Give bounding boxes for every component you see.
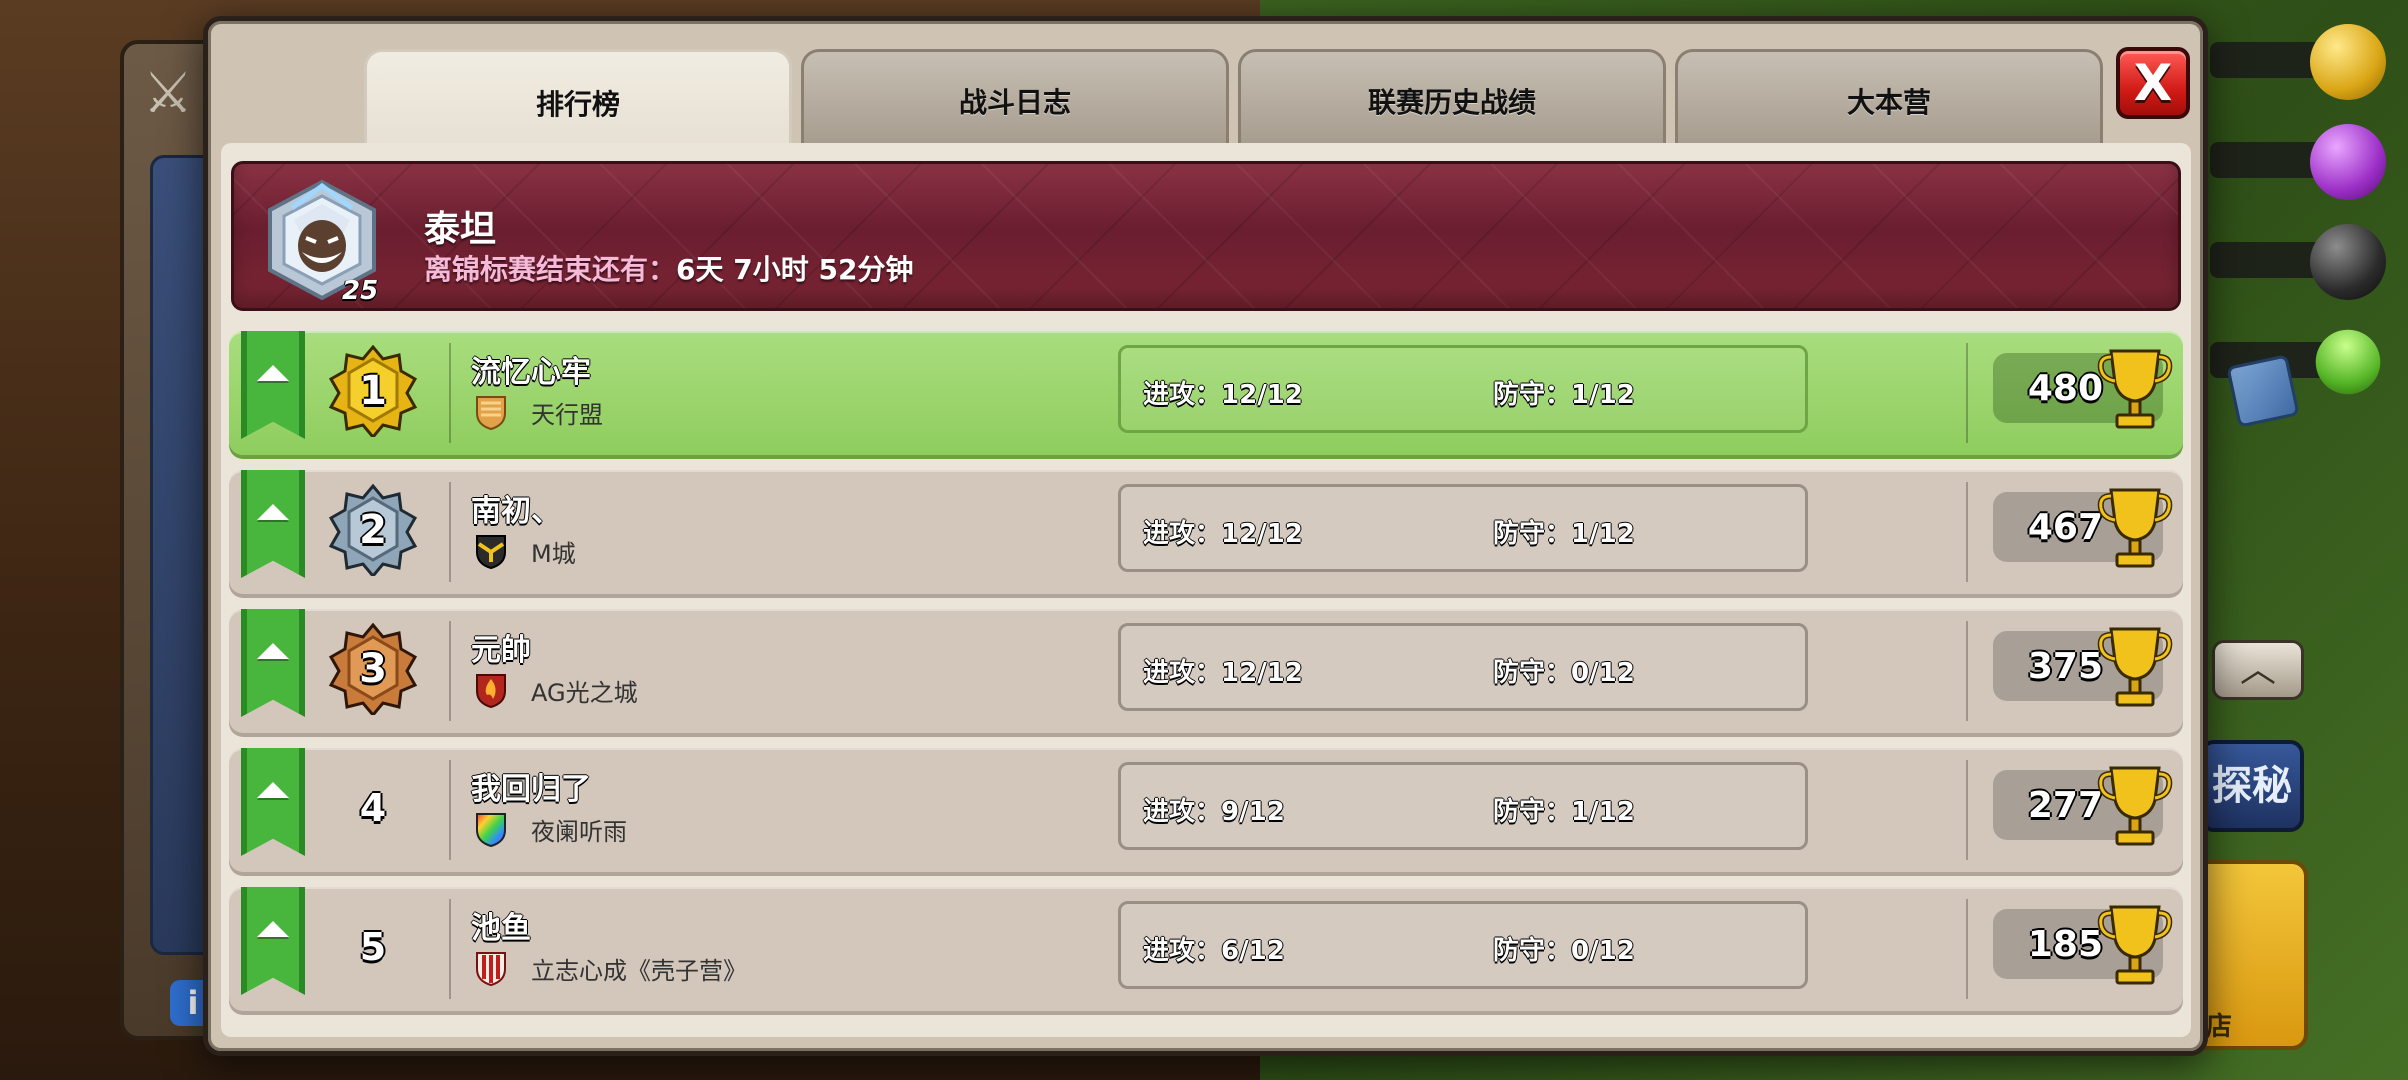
row-divider bbox=[1966, 621, 1968, 721]
tab-leaderboard[interactable]: 排行榜 bbox=[364, 49, 792, 153]
promotion-ribbon bbox=[241, 887, 305, 995]
row-divider bbox=[449, 343, 451, 443]
ranking-row[interactable]: 3 元帥 AG光之城 进攻：12/12 防守：0/12 375 bbox=[229, 609, 2183, 733]
trophy-count: 467 bbox=[2027, 506, 2103, 548]
leaderboard-content: 25 泰坦 离锦标赛结束还有：6天 7小时 52分钟 1 流忆心牢 天行盟 进攻… bbox=[221, 143, 2191, 1037]
tab-town-hall[interactable]: 大本营 bbox=[1675, 49, 2103, 149]
battle-stats: 进攻：9/12 防守：1/12 bbox=[1118, 762, 1808, 850]
promotion-ribbon bbox=[241, 609, 305, 717]
clan-name: 夜阑听雨 bbox=[531, 818, 627, 846]
league-countdown: 离锦标赛结束还有：6天 7小时 52分钟 bbox=[424, 253, 914, 286]
attack-stat: 进攻：6/12 bbox=[1143, 936, 1285, 966]
elixir-icon bbox=[2310, 124, 2386, 200]
clan-name: AG光之城 bbox=[531, 679, 638, 707]
promotion-arrow-icon bbox=[241, 365, 305, 385]
clan-badge-icon bbox=[476, 674, 506, 709]
player-name: 南初、 bbox=[471, 494, 561, 529]
close-button[interactable]: X bbox=[2116, 47, 2190, 119]
attack-stat: 进攻：12/12 bbox=[1143, 380, 1303, 410]
attack-stat: 进攻：9/12 bbox=[1143, 797, 1285, 827]
defense-stat: 防守：1/12 bbox=[1493, 380, 1635, 410]
trophy-count: 185 bbox=[2027, 923, 2103, 965]
row-divider bbox=[449, 621, 451, 721]
trophy-count: 277 bbox=[2027, 784, 2103, 826]
gold-icon bbox=[2310, 24, 2386, 100]
row-divider bbox=[1966, 482, 1968, 582]
clan-badge-icon bbox=[476, 396, 506, 431]
promotion-ribbon bbox=[241, 748, 305, 856]
clan-name: 天行盟 bbox=[531, 401, 603, 429]
explore-button[interactable]: 探秘 bbox=[2200, 740, 2304, 832]
row-divider bbox=[1966, 343, 1968, 443]
player-name: 元帥 bbox=[471, 633, 531, 668]
clan-badge-icon bbox=[476, 952, 506, 987]
dark-elixir-icon bbox=[2310, 224, 2386, 300]
trophy-icon bbox=[2097, 905, 2173, 985]
row-divider bbox=[449, 899, 451, 999]
league-level: 25 bbox=[342, 276, 379, 306]
player-name: 流忆心牢 bbox=[471, 355, 591, 390]
row-divider bbox=[1966, 760, 1968, 860]
ranking-row[interactable]: 2 南初、 M城 进攻：12/12 防守：1/12 467 bbox=[229, 470, 2183, 594]
promotion-ribbon bbox=[241, 331, 305, 439]
defense-stat: 防守：1/12 bbox=[1493, 519, 1635, 549]
defense-stat: 防守：1/12 bbox=[1493, 797, 1635, 827]
promotion-ribbon bbox=[241, 470, 305, 578]
promotion-arrow-icon bbox=[241, 504, 305, 524]
rank-number: 4 bbox=[359, 786, 387, 830]
row-divider bbox=[449, 482, 451, 582]
league-name: 泰坦 bbox=[424, 209, 497, 250]
clan-name: 立志心成《壳子营》 bbox=[531, 957, 747, 985]
attack-stat: 进攻：12/12 bbox=[1143, 658, 1303, 688]
ranking-row[interactable]: 4 我回归了 夜阑听雨 进攻：9/12 防守：1/12 277 bbox=[229, 748, 2183, 872]
ranking-row[interactable]: 5 池鱼 立志心成《壳子营》 进攻：6/12 防守：0/12 185 bbox=[229, 887, 2183, 1011]
close-icon: X bbox=[2133, 54, 2173, 112]
battle-stats: 进攻：6/12 防守：0/12 bbox=[1118, 901, 1808, 989]
tab-bar: 排行榜 战斗日志 联赛历史战绩 大本营 bbox=[364, 49, 2104, 153]
shop-label: 店 bbox=[2206, 1012, 2233, 1042]
gem-icon bbox=[2303, 317, 2393, 407]
defense-stat: 防守：0/12 bbox=[1493, 936, 1635, 966]
resource-column bbox=[2210, 20, 2400, 420]
league-modal: 排行榜 战斗日志 联赛历史战绩 大本营 X 25 泰坦 离锦标赛结束还有：6天 … bbox=[203, 16, 2208, 1056]
tab-league-history[interactable]: 联赛历史战绩 bbox=[1238, 49, 1666, 149]
player-name: 我回归了 bbox=[471, 772, 591, 807]
rank-number: 3 bbox=[359, 646, 387, 692]
clan-badge-icon bbox=[476, 813, 506, 848]
book-icon[interactable] bbox=[2226, 354, 2300, 428]
defense-stat: 防守：0/12 bbox=[1493, 658, 1635, 688]
gold-resource bbox=[2210, 20, 2400, 100]
trophy-icon bbox=[2097, 766, 2173, 846]
trophy-count: 375 bbox=[2027, 645, 2103, 687]
row-divider bbox=[449, 760, 451, 860]
promotion-arrow-icon bbox=[241, 782, 305, 802]
crossed-swords-icon: ⚔ bbox=[142, 61, 194, 126]
promotion-arrow-icon bbox=[241, 643, 305, 663]
trophy-icon bbox=[2097, 349, 2173, 429]
promotion-arrow-icon bbox=[241, 921, 305, 941]
ranking-list: 1 流忆心牢 天行盟 进攻：12/12 防守：1/12 480 2 南初、 M城… bbox=[229, 331, 2183, 1026]
league-banner: 25 泰坦 离锦标赛结束还有：6天 7小时 52分钟 bbox=[231, 161, 2181, 311]
ranking-row[interactable]: 1 流忆心牢 天行盟 进攻：12/12 防守：1/12 480 bbox=[229, 331, 2183, 455]
elixir-resource bbox=[2210, 120, 2400, 200]
battle-stats: 进攻：12/12 防守：1/12 bbox=[1118, 345, 1808, 433]
trophy-count: 480 bbox=[2027, 367, 2103, 409]
trophy-icon bbox=[2097, 488, 2173, 568]
battle-stats: 进攻：12/12 防守：1/12 bbox=[1118, 484, 1808, 572]
dark-elixir-resource bbox=[2210, 220, 2400, 300]
attack-stat: 进攻：12/12 bbox=[1143, 519, 1303, 549]
player-name: 池鱼 bbox=[471, 911, 531, 946]
clan-name: M城 bbox=[531, 540, 576, 568]
rank-number: 1 bbox=[359, 368, 387, 414]
trophy-icon bbox=[2097, 627, 2173, 707]
chevron-up-button[interactable]: ︿ bbox=[2212, 640, 2304, 700]
rank-number: 2 bbox=[359, 507, 387, 553]
rank-number: 5 bbox=[359, 925, 387, 969]
clan-badge-icon bbox=[476, 535, 506, 570]
row-divider bbox=[1966, 899, 1968, 999]
tab-battle-log[interactable]: 战斗日志 bbox=[801, 49, 1229, 149]
battle-stats: 进攻：12/12 防守：0/12 bbox=[1118, 623, 1808, 711]
